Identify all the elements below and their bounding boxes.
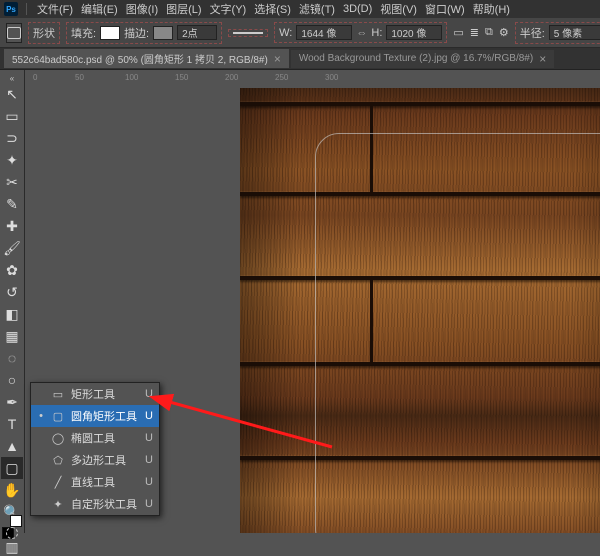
shape-icon: ✦: [51, 498, 65, 511]
menu-bar: Ps 文件(F) 编辑(E) 图像(I) 图层(L) 文字(Y) 选择(S) 滤…: [0, 0, 600, 18]
gradient-tool[interactable]: ▦: [1, 325, 23, 347]
artboard[interactable]: [240, 88, 600, 533]
width-label: W:: [279, 27, 292, 39]
toolbar-collapse-icon[interactable]: «: [5, 74, 19, 83]
menu-edit[interactable]: 编辑(E): [79, 1, 120, 17]
shortcut-key: U: [145, 476, 153, 488]
blur-tool[interactable]: ◌: [1, 347, 23, 369]
brush-tool[interactable]: 🖌: [1, 237, 23, 259]
flyout-label: 椭圆工具: [71, 430, 115, 446]
magic-wand-tool[interactable]: ✦: [1, 149, 23, 171]
align-icon[interactable]: ≣: [470, 24, 479, 42]
ps-logo: Ps: [4, 2, 18, 16]
radius-input[interactable]: [549, 25, 600, 40]
marquee-tool[interactable]: ▭: [1, 105, 23, 127]
stroke-style-icon[interactable]: [233, 32, 263, 34]
pen-tool[interactable]: ✒: [1, 391, 23, 413]
flyout-label: 多边形工具: [71, 452, 126, 468]
shape-icon: ◯: [51, 432, 65, 445]
fill-swatch[interactable]: [100, 26, 120, 40]
shortcut-key: U: [145, 388, 153, 400]
tab-inactive[interactable]: Wood Background Texture (2).jpg @ 16.7%/…: [291, 50, 554, 68]
menu-help[interactable]: 帮助(H): [471, 1, 512, 17]
stroke-width-input[interactable]: [177, 25, 217, 40]
document-tabs: 552c64bad580c.psd @ 50% (圆角矩形 1 拷贝 2, RG…: [0, 48, 600, 70]
flyout-item[interactable]: ◯ 椭圆工具 U: [31, 427, 159, 449]
healing-brush-tool[interactable]: ✚: [1, 215, 23, 237]
flyout-label: 直线工具: [71, 474, 115, 490]
tool-preset-icon[interactable]: [6, 23, 22, 43]
stroke-swatch[interactable]: [153, 26, 173, 40]
shortcut-key: U: [145, 432, 153, 444]
menu-view[interactable]: 视图(V): [378, 1, 419, 17]
shape-icon: ╱: [51, 476, 65, 489]
menu-filter[interactable]: 滤镜(T): [297, 1, 337, 17]
shape-tool-flyout: ▭矩形工具U•▢圆角矩形工具U◯椭圆工具U⬠多边形工具U╱直线工具U✦自定形状工…: [30, 382, 160, 516]
menu-select[interactable]: 选择(S): [252, 1, 293, 17]
menu-file[interactable]: 文件(F): [35, 1, 75, 17]
shortcut-key: U: [145, 410, 153, 422]
quick-mask-icon[interactable]: [1, 527, 23, 539]
history-brush-tool[interactable]: ↺: [1, 281, 23, 303]
flyout-item[interactable]: ✦ 自定形状工具 U: [31, 493, 159, 515]
flyout-item[interactable]: ▭ 矩形工具 U: [31, 383, 159, 405]
eraser-tool[interactable]: ◧: [1, 303, 23, 325]
tab-active-label: 552c64bad580c.psd @ 50% (圆角矩形 1 拷贝 2, RG…: [12, 51, 268, 66]
flyout-label: 矩形工具: [71, 386, 115, 402]
path-select-tool[interactable]: ▲: [1, 435, 23, 457]
shortcut-key: U: [145, 498, 153, 510]
horizontal-ruler: 0 50 100 150 200 250 300: [25, 70, 600, 88]
hand-tool[interactable]: ✋: [1, 479, 23, 501]
flyout-item[interactable]: ╱ 直线工具 U: [31, 471, 159, 493]
shape-icon: ⬠: [51, 454, 65, 467]
flyout-label: 圆角矩形工具: [71, 408, 137, 424]
gear-icon[interactable]: ⚙: [499, 24, 509, 42]
menu-window[interactable]: 窗口(W): [423, 1, 467, 17]
shortcut-key: U: [145, 454, 153, 466]
stroke-label: 描边:: [124, 25, 149, 41]
flyout-item[interactable]: ⬠ 多边形工具 U: [31, 449, 159, 471]
menu-divider: [26, 3, 27, 15]
fill-label: 填充:: [71, 25, 96, 41]
close-icon[interactable]: ×: [539, 52, 546, 66]
flyout-item[interactable]: •▢圆角矩形工具U: [31, 405, 159, 427]
tool-mode-label[interactable]: 形状: [33, 25, 55, 41]
tab-inactive-label: Wood Background Texture (2).jpg @ 16.7%/…: [299, 53, 533, 64]
close-icon[interactable]: ×: [274, 52, 281, 66]
shape-tool[interactable]: ▢: [1, 457, 23, 479]
lasso-tool[interactable]: ⊃: [1, 127, 23, 149]
width-input[interactable]: [296, 25, 352, 40]
menu-layer[interactable]: 图层(L): [164, 1, 203, 17]
tab-active[interactable]: 552c64bad580c.psd @ 50% (圆角矩形 1 拷贝 2, RG…: [4, 49, 289, 68]
move-tool[interactable]: ↖: [1, 83, 23, 105]
tool-column: « ↖▭⊃✦✂✎✚🖌✿↺◧▦◌○✒T▲▢✋🔍 ▥: [0, 70, 25, 533]
rounded-rect-path[interactable]: [315, 133, 600, 533]
menu-image[interactable]: 图像(I): [124, 1, 160, 17]
shape-icon: ▭: [51, 388, 65, 401]
menu-type[interactable]: 文字(Y): [208, 1, 249, 17]
shape-icon: ▢: [51, 410, 65, 423]
crop-tool[interactable]: ✂: [1, 171, 23, 193]
options-bar: 形状 填充: 描边: W: ⇔ H: ▭ ≣ ⧉ ⚙ 半径:: [0, 18, 600, 48]
height-label: H:: [371, 27, 382, 39]
type-tool[interactable]: T: [1, 413, 23, 435]
flyout-label: 自定形状工具: [71, 496, 137, 512]
arrange-icon[interactable]: ⧉: [485, 24, 493, 42]
radius-label: 半径:: [520, 25, 545, 41]
height-input[interactable]: [386, 25, 442, 40]
dodge-tool[interactable]: ○: [1, 369, 23, 391]
screen-mode-icon[interactable]: ▥: [1, 539, 23, 556]
menu-3d[interactable]: 3D(D): [341, 3, 374, 15]
path-ops-icon[interactable]: ▭: [453, 24, 463, 42]
eyedropper-tool[interactable]: ✎: [1, 193, 23, 215]
clone-stamp-tool[interactable]: ✿: [1, 259, 23, 281]
